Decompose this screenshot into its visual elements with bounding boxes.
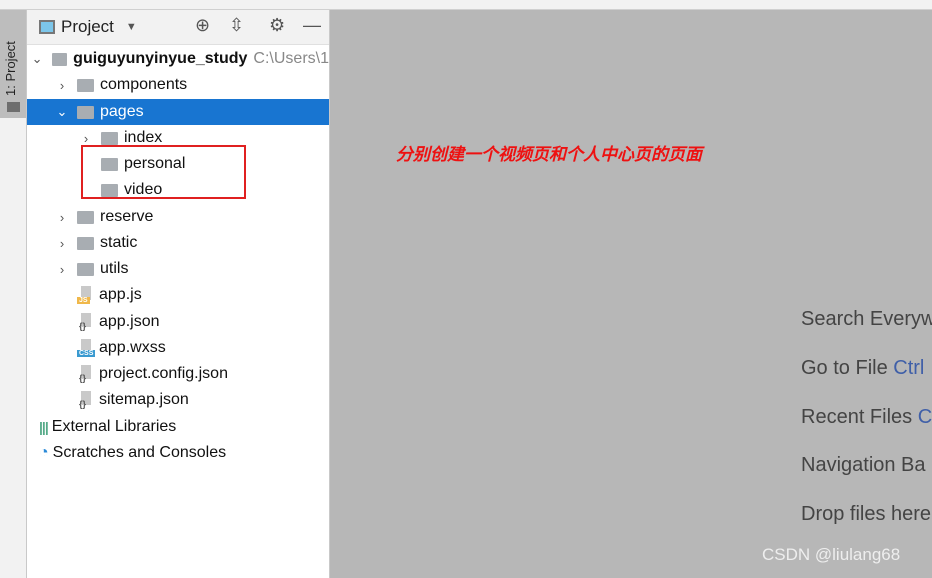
hint-text: Search Everyw <box>801 308 932 330</box>
libraries-icon: ||| <box>39 419 49 435</box>
folder-icon <box>51 52 68 66</box>
hint-shortcut: C <box>917 406 932 428</box>
js-file-icon: JS <box>77 286 94 304</box>
tree-item-label: External Libraries <box>51 418 177 435</box>
tree-item-project-config-json[interactable]: {} project.config.json <box>27 361 329 387</box>
folder-icon <box>7 102 20 112</box>
chevron-down-icon[interactable]: ⌄ <box>55 104 69 120</box>
editor-area: 分别创建一个视频页和个人中心页的页面 Search Everyw Go to Fi… <box>330 10 932 578</box>
annotation-text: 分别创建一个视频页和个人中心页的页面 <box>396 145 702 164</box>
tree-item-guiguyunyinyue-study[interactable]: ⌄ guiguyunyinyue_study C:\Users\1 <box>27 46 329 72</box>
tree-item-components[interactable]: › components <box>27 72 329 98</box>
chevron-right-icon[interactable]: › <box>55 210 69 225</box>
tree-item-scratches-and-consoles[interactable]: ◔ Scratches and Consoles <box>27 440 329 466</box>
tree-item-app-json[interactable]: {} app.json <box>27 309 329 335</box>
tree-item-label: app.js <box>99 286 142 303</box>
hint-4: Drop files here <box>801 503 931 526</box>
project-tool-label: 1: Project <box>3 41 18 96</box>
hint-text: Recent Files <box>801 406 918 428</box>
tree-item-label: reserve <box>100 208 154 225</box>
tree-item-app-js[interactable]: JS app.js <box>27 282 329 308</box>
hint-3: Navigation Ba <box>801 454 926 477</box>
project-path: C:\Users\1 <box>253 50 329 67</box>
view-selector[interactable]: Project ▼ <box>39 17 137 37</box>
hint-text: Navigation Ba <box>801 454 926 476</box>
tree-item-reserve[interactable]: › reserve <box>27 204 329 230</box>
folder-icon <box>77 262 94 276</box>
hint-shortcut: Ctrl <box>893 357 925 379</box>
folder-icon <box>77 236 94 250</box>
hide-icon[interactable]: — <box>303 15 321 36</box>
hint-text: Drop files here <box>801 503 932 525</box>
json-file-icon: {} <box>77 391 94 409</box>
collapse-all-icon[interactable]: ⇳ <box>229 15 244 36</box>
tree-item-sitemap-json[interactable]: {} sitemap.json <box>27 387 329 413</box>
hint-2: Recent Files C <box>801 406 932 429</box>
tree-item-external-libraries[interactable]: ||| External Libraries <box>27 414 329 440</box>
locate-icon[interactable]: ⊕ <box>195 15 210 36</box>
highlight-box <box>81 145 246 199</box>
gear-icon[interactable]: ⚙ <box>269 15 285 36</box>
tree-item-label: project.config.json <box>99 365 228 382</box>
tree-item-pages[interactable]: ⌄ pages <box>27 99 329 125</box>
folder-icon <box>77 210 94 224</box>
json-file-icon: {} <box>77 313 94 331</box>
tree-item-label: Scratches and Consoles <box>52 444 227 461</box>
chevron-right-icon[interactable]: › <box>55 78 69 93</box>
chevron-right-icon[interactable]: › <box>79 131 93 146</box>
hint-text: Go to File <box>801 357 894 379</box>
folder-icon <box>77 78 94 92</box>
hint-1: Go to File Ctrl <box>801 357 924 380</box>
panel-title: Project <box>61 17 114 36</box>
hint-0: Search Everyw <box>801 308 932 331</box>
chevron-right-icon[interactable]: › <box>55 236 69 251</box>
json-file-icon: {} <box>77 365 94 383</box>
project-view-icon <box>39 20 55 34</box>
project-tool-tab[interactable]: 1: Project <box>0 10 26 118</box>
tree-item-app-wxss[interactable]: CSS app.wxss <box>27 335 329 361</box>
tree-item-label: sitemap.json <box>99 391 189 408</box>
tree-item-label: static <box>100 234 138 251</box>
chevron-down-icon[interactable]: ⌄ <box>31 51 44 67</box>
tree-item-label: pages <box>100 103 144 120</box>
project-panel: Project ▼ ⊕ ⇳ ⚙ — ⌄ guiguyunyinyue_study C… <box>27 10 330 578</box>
project-panel-header: Project ▼ ⊕ ⇳ ⚙ — <box>27 10 329 45</box>
tree-item-label: utils <box>100 260 129 277</box>
chevron-down-icon: ▼ <box>125 21 137 33</box>
folder-icon <box>101 131 118 145</box>
watermark: CSDN @liulang68 <box>762 545 901 564</box>
folder-icon <box>77 105 94 119</box>
tree-item-utils[interactable]: › utils <box>27 256 329 282</box>
tree-item-label: app.json <box>99 313 160 330</box>
tree-item-static[interactable]: › static <box>27 230 329 256</box>
chevron-right-icon[interactable]: › <box>55 262 69 277</box>
title-bar <box>0 0 932 10</box>
tree-item-label: app.wxss <box>99 339 166 356</box>
css-file-icon: CSS <box>77 339 96 357</box>
tree-item-label: components <box>100 76 188 93</box>
scratches-icon: ◔ <box>39 444 49 461</box>
tree-item-label: guiguyunyinyue_study <box>73 50 248 67</box>
